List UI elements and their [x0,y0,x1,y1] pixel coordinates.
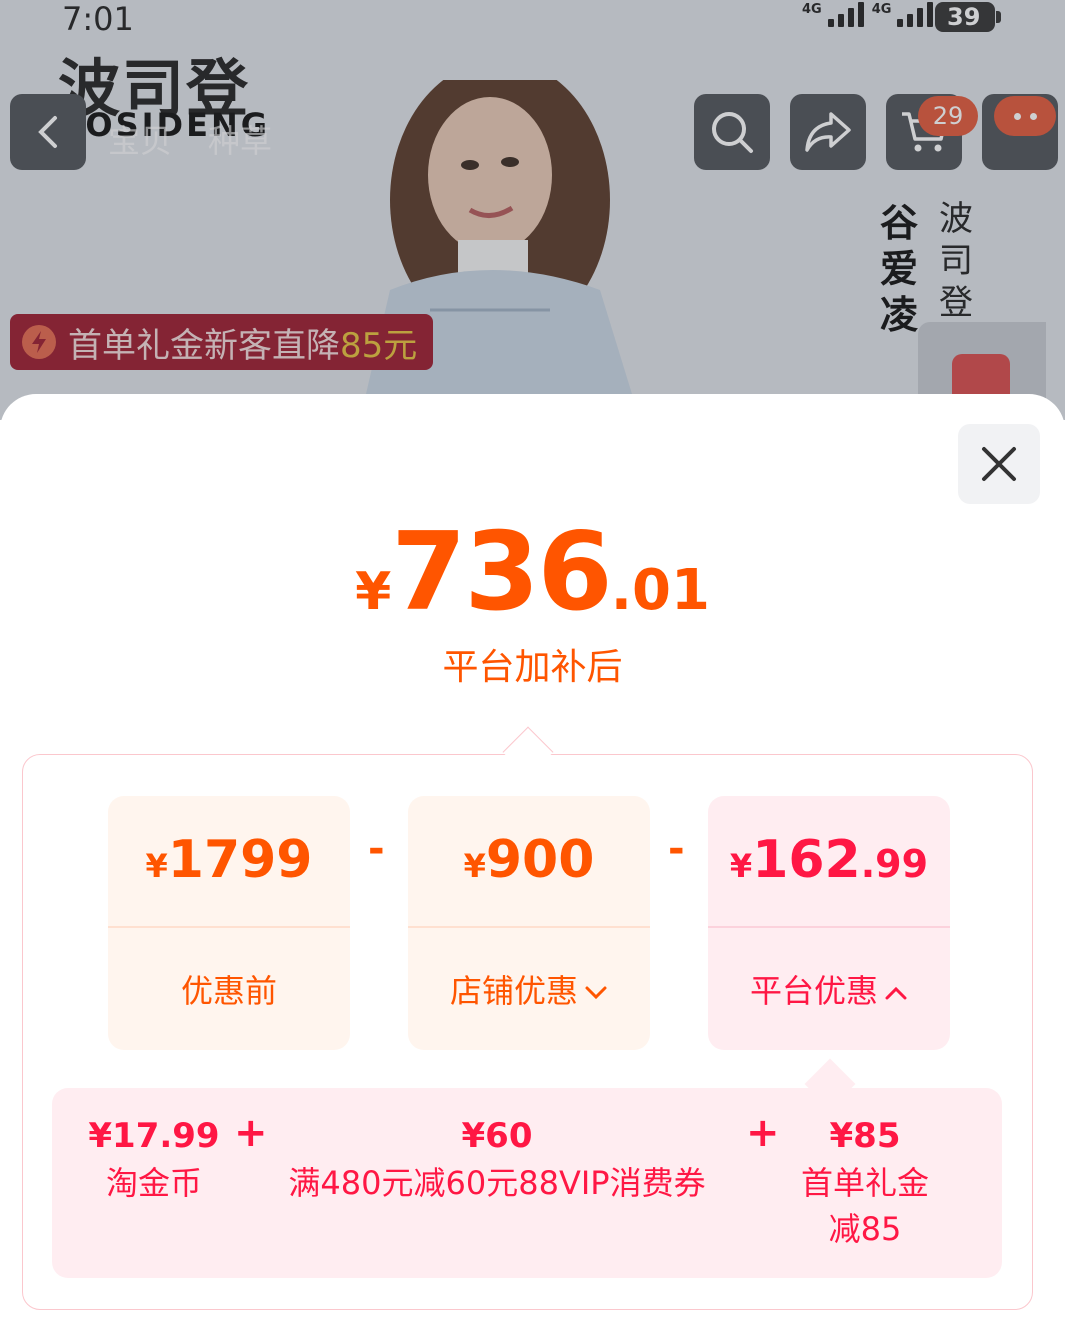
store-discount-card[interactable]: ¥900 店铺优惠 [408,796,650,1050]
minus-sign: - [668,826,685,872]
original-price-card: ¥1799 优惠前 [108,796,350,1050]
store-discount-value: ¥900 [463,830,595,890]
taojinbi-discount: ¥17.99 淘金币 [88,1116,220,1202]
plus-sign: + [234,1110,268,1156]
platform-discount-value: ¥162.99 [729,830,929,890]
platform-discount-card[interactable]: ¥162.99 平台优惠 [708,796,950,1050]
chevron-up-icon [885,986,907,1000]
vip-coupon-discount: ¥60 满480元减60元88VIP消费券 [288,1116,706,1202]
close-icon [982,447,1016,481]
plus-sign: + [746,1110,780,1156]
product-page-background: 7:01 4G 4G 39 波司登 BOSIDENG 宝贝 种草 29 谷爱凌 … [0,0,1065,420]
chevron-down-icon [585,986,607,1000]
minus-sign: - [368,826,385,872]
original-price-value: ¥1799 [145,830,313,890]
store-discount-toggle[interactable]: 店铺优惠 [408,966,650,1012]
first-order-gift-discount: ¥85 首单礼金 减85 [800,1116,929,1248]
final-price: ¥736.01 [355,510,710,635]
modal-overlay[interactable] [0,0,1065,420]
original-price-label: 优惠前 [180,972,277,1010]
final-price-label: 平台加补后 [442,647,623,688]
platform-discount-toggle[interactable]: 平台优惠 [708,966,950,1012]
close-button[interactable] [958,424,1040,504]
